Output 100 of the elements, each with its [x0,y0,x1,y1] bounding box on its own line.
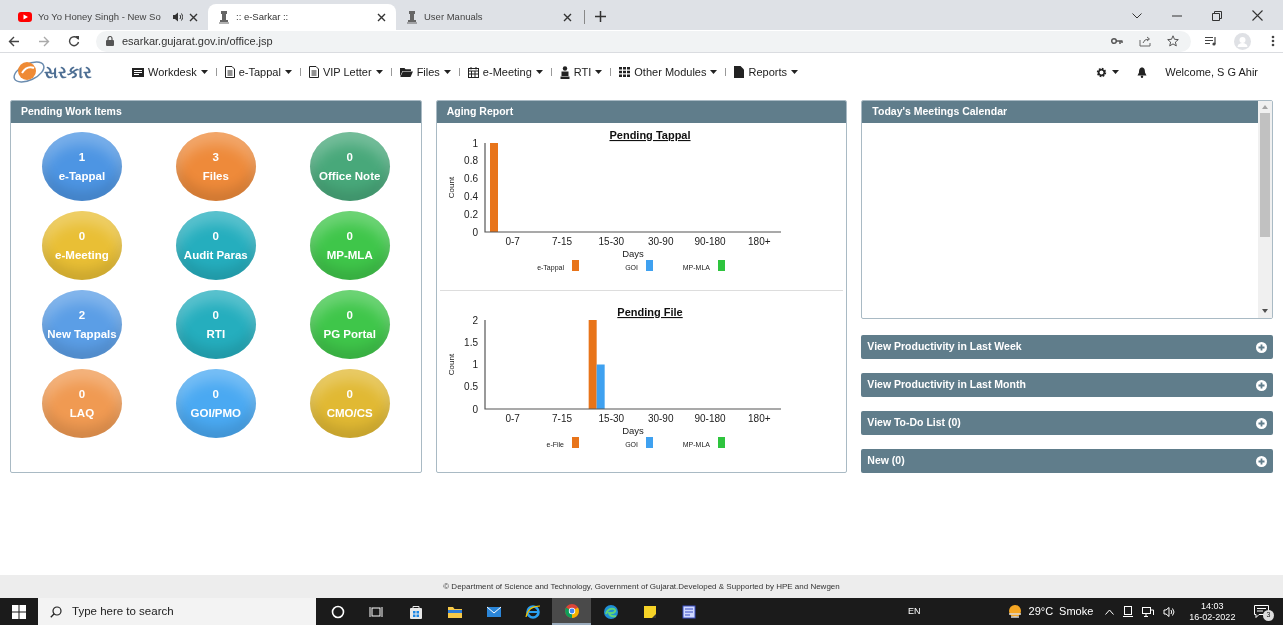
window-icon [680,603,697,620]
more-menu-icon[interactable] [1271,35,1275,47]
accordion-header[interactable]: New (0) [861,449,1273,473]
tick-label: 0-7 [505,236,520,247]
speaker-icon[interactable] [1163,606,1176,617]
share-icon[interactable] [1139,35,1151,47]
playlist-icon[interactable] [1205,36,1218,46]
tick-label: 0.8 [463,155,478,167]
settings-menu-button[interactable] [1096,66,1120,78]
caret-icon [535,70,543,74]
tab-title: :: e-Sarkar :: [236,9,290,24]
scroll-down-icon[interactable] [1262,309,1268,313]
caret-icon [200,70,208,74]
restore-icon[interactable] [1212,10,1222,21]
tick-label: 2 [472,314,478,326]
url-text: esarkar.gujarat.gov.in/office.jsp [122,33,273,49]
tick-label: 0 [472,226,478,238]
menu-item[interactable]: e-Tappal [224,63,292,81]
tick-label: 0.6 [463,173,478,185]
menu-item[interactable]: VIP Letter [308,63,383,81]
caret-icon [791,70,798,74]
key-icon[interactable] [1111,37,1123,45]
legend-swatch [717,437,725,448]
device-icon[interactable] [1123,606,1134,617]
tick-label: 90-180 [694,413,726,424]
bell-icon[interactable] [1137,66,1148,78]
axis-title: Days [621,248,644,259]
caret-icon [595,70,603,74]
caret-icon [1112,70,1120,74]
new-tab-icon[interactable] [595,11,606,22]
tick-label: 15-30 [598,236,624,247]
tick-label: 1 [472,137,478,149]
sun-haze-icon [1006,604,1023,619]
plus-circle-icon[interactable] [1256,455,1267,467]
panel-header: Today's Meetings Calendar [862,101,1258,123]
windows-start-icon[interactable] [12,604,26,619]
plus-circle-icon[interactable] [1256,341,1267,353]
accordion-header[interactable]: View To-Do List (0) [861,411,1273,435]
tick-label: 180+ [747,413,771,424]
folder-icon [399,67,413,77]
back-icon[interactable] [8,35,20,47]
tick-label: 0.5 [463,381,478,393]
chevron-up-icon[interactable] [1105,608,1115,615]
clock-date[interactable]: 16-02-2022 [1189,611,1236,623]
close-icon[interactable] [1252,10,1263,21]
language-indicator[interactable]: EN [908,604,921,619]
speaker-icon[interactable] [172,12,183,22]
sticky-note-icon [641,603,658,620]
menu-item[interactable]: Files [399,63,451,81]
minimize-icon[interactable] [1172,14,1182,17]
tick-label: 0 [472,403,478,415]
tab-title: Yo Yo Honey Singh - New So [38,9,162,24]
menu-item[interactable]: Reports [734,63,798,81]
logo-text: સરકાર [44,63,92,81]
taskbar-search-field[interactable]: Type here to search [38,598,316,625]
scrollbar[interactable] [1258,101,1272,318]
scrollbar-thumb[interactable] [1260,113,1270,237]
document-icon [224,66,235,78]
welcome-text: Welcome, S G Ahir [1165,64,1258,80]
tick-label: 1 [472,359,478,370]
notification-icon[interactable] [1254,605,1269,618]
emblem-icon [218,10,230,24]
menu-item[interactable]: e-Meeting [467,63,543,81]
axis-title: Count [446,176,456,199]
legend-swatch [645,260,653,271]
chevron-down-icon[interactable] [1132,12,1142,19]
tick-label: 0.2 [463,208,478,220]
tab-title: User Manuals [424,9,484,24]
plus-circle-icon[interactable] [1256,379,1267,391]
tick-label: 15-30 [598,413,624,424]
close-icon[interactable] [189,12,198,22]
footer-text: © Department of Science and Technology, Government of Gujarat.Developed & Supported by HPE and Newgen [443,580,840,593]
grid-icon [619,67,631,77]
menu-item[interactable]: Other Modules [619,63,718,81]
browser-tab[interactable]: :: e-Sarkar :: [208,4,396,30]
weather-text: Smoke [1059,604,1094,620]
panel-header: Aging Report [436,101,847,123]
close-icon[interactable] [563,12,572,22]
close-icon[interactable] [377,12,386,22]
temperature-text: 29°C [1028,604,1054,620]
accordion-header[interactable]: View Productivity in Last Week [861,335,1273,359]
wave-circle-icon [602,603,619,620]
tick-label: 90-180 [694,236,726,247]
chart-title: Pending Tappal [609,129,691,141]
calendar-icon [467,66,479,78]
network-icon[interactable] [1142,606,1155,617]
legend-swatch [571,437,579,448]
accordion-header[interactable]: View Productivity in Last Month [861,373,1273,397]
tick-label: 180+ [747,236,771,247]
star-icon[interactable] [1167,35,1179,47]
menu-item[interactable]: RTI [559,63,603,81]
keyboard-icon [132,67,144,77]
caret-icon [443,70,451,74]
clock-time[interactable]: 14:03 [1201,600,1224,612]
address-field[interactable]: esarkar.gujarat.gov.in/office.jsp [96,30,1191,52]
tick-label: 30-90 [647,236,674,247]
reload-icon[interactable] [68,35,80,47]
menu-item[interactable]: Workdesk [132,63,208,81]
plus-circle-icon[interactable] [1256,417,1267,429]
tick-label: 0.4 [463,190,478,202]
